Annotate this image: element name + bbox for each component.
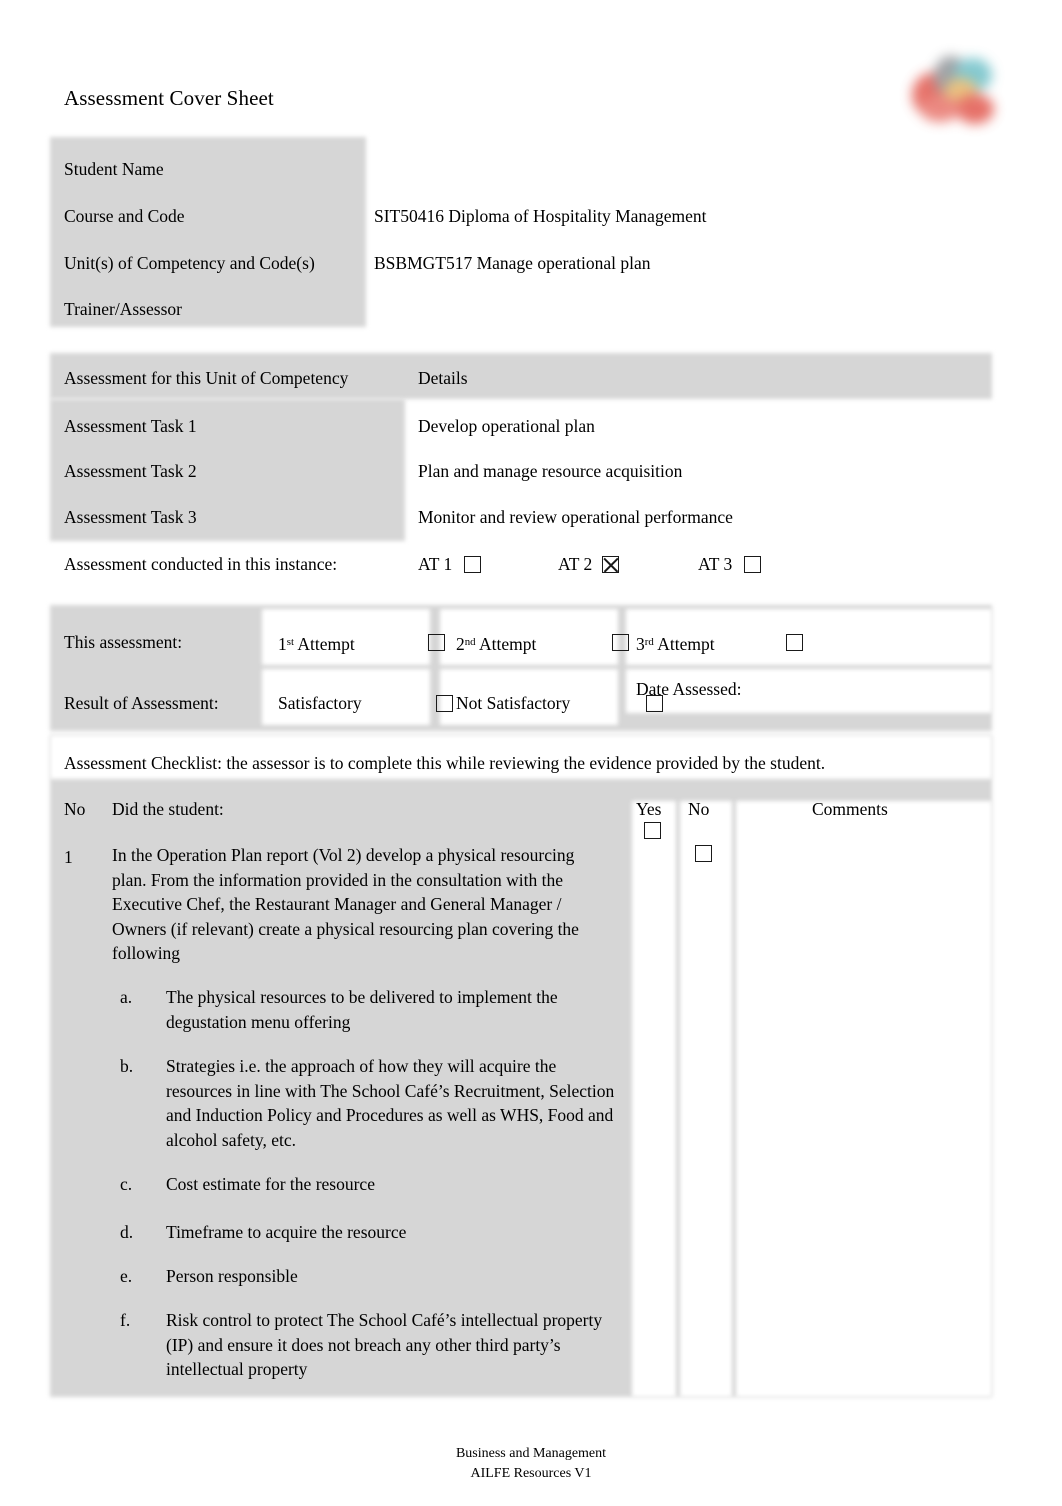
ailfe-logo-icon bbox=[908, 42, 1004, 130]
this-assessment-label: This assessment: bbox=[64, 632, 183, 652]
attempt-3-label: 3rd Attempt bbox=[636, 634, 715, 655]
unit-competency-label: Unit(s) of Competency and Code(s) bbox=[64, 253, 315, 273]
checklist-subitem-d: d. Timeframe to acquire the resource bbox=[120, 1220, 620, 1245]
result-of-assessment-label: Result of Assessment: bbox=[64, 693, 219, 713]
student-name-label: Student Name bbox=[64, 159, 164, 179]
checklist-item-1-text: In the Operation Plan report (Vol 2) dev… bbox=[112, 845, 579, 963]
at-3-checkbox[interactable] bbox=[744, 556, 761, 573]
attempt-2-label: 2nd Attempt bbox=[456, 634, 537, 655]
checklist-item-number: 1 bbox=[64, 847, 73, 867]
checklist-header-yes: Yes bbox=[636, 799, 662, 819]
assessment-tasks-table: Assessment for this Unit of Competency D… bbox=[50, 353, 992, 585]
attempt-1-label: 1st Attempt bbox=[278, 634, 355, 655]
checklist-item-1-no-checkbox[interactable] bbox=[695, 845, 712, 862]
checklist-subitem-e-marker: e. bbox=[120, 1266, 133, 1286]
at-2-checkbox[interactable] bbox=[602, 556, 619, 573]
assessment-task-3-value: Monitor and review operational performan… bbox=[418, 507, 733, 527]
unit-competency-value[interactable]: BSBMGT517 Manage operational plan bbox=[374, 251, 651, 275]
satisfactory-label: Satisfactory bbox=[278, 693, 362, 713]
checklist-header-comments: Comments bbox=[812, 799, 888, 819]
date-assessed-label: Date Assessed: bbox=[636, 679, 742, 699]
checklist-subitem-c: c. Cost estimate for the resource bbox=[120, 1172, 620, 1197]
at-3-label: AT 3 bbox=[698, 554, 733, 574]
assessment-task-3-label: Assessment Task 3 bbox=[64, 507, 197, 527]
attempt-1-checkbox[interactable] bbox=[428, 634, 445, 651]
checklist-subitem-c-text: Cost estimate for the resource bbox=[166, 1174, 375, 1194]
document-page: Assessment Cover Sheet Student Name Cour… bbox=[0, 0, 1062, 1506]
checklist-subitem-a-marker: a. bbox=[120, 987, 133, 1007]
checklist-subitem-e-text: Person responsible bbox=[166, 1266, 298, 1286]
checklist-subitem-a-text: The physical resources to be delivered t… bbox=[166, 987, 558, 1032]
checklist-subitem-b-text: Strategies i.e. the approach of how they… bbox=[166, 1056, 615, 1150]
checklist-subitem-e: e. Person responsible bbox=[120, 1264, 620, 1289]
satisfactory-checkbox[interactable] bbox=[436, 695, 453, 712]
checklist-header-no: No bbox=[688, 799, 710, 819]
result-table: This assessment: 1st Attempt 2nd Attempt… bbox=[50, 605, 992, 731]
checklist-header-no: No bbox=[64, 799, 86, 819]
footer-line-2: AILFE Resources V1 bbox=[470, 1466, 592, 1481]
checklist-subitem-d-marker: d. bbox=[120, 1222, 134, 1242]
footer-line-1: Business and Management bbox=[455, 1446, 607, 1461]
assessment-table-header-col1: Assessment for this Unit of Competency bbox=[64, 368, 349, 388]
student-details-table: Student Name Course and Code SIT50416 Di… bbox=[50, 137, 876, 327]
checklist-subitem-c-marker: c. bbox=[120, 1174, 133, 1194]
assessment-conducted-label: Assessment conducted in this instance: bbox=[64, 554, 338, 574]
checklist-subitem-d-text: Timeframe to acquire the resource bbox=[166, 1222, 407, 1242]
assessment-task-1-value: Develop operational plan bbox=[418, 416, 595, 436]
checklist-subitem-b: b. Strategies i.e. the approach of how t… bbox=[120, 1054, 620, 1152]
checklist-item-1-yes-checkbox[interactable] bbox=[644, 822, 661, 839]
assessment-task-2-label: Assessment Task 2 bbox=[64, 461, 197, 481]
at-1-label: AT 1 bbox=[418, 554, 453, 574]
at-2-label: AT 2 bbox=[558, 554, 593, 574]
checklist-subitem-a: a. The physical resources to be delivere… bbox=[120, 985, 620, 1034]
trainer-assessor-label: Trainer/Assessor bbox=[64, 299, 182, 319]
not-satisfactory-label: Not Satisfactory bbox=[456, 693, 571, 713]
attempt-3-checkbox[interactable] bbox=[786, 634, 803, 651]
at-1-checkbox[interactable] bbox=[464, 556, 481, 573]
page-title: Assessment Cover Sheet bbox=[64, 86, 274, 110]
page-footer: Business and Management AILFE Resources … bbox=[0, 1444, 1062, 1484]
checklist-header-question: Did the student: bbox=[112, 799, 224, 819]
assessment-checklist-table: Assessment Checklist: the assessor is to… bbox=[50, 735, 992, 1397]
attempt-2-checkbox[interactable] bbox=[612, 634, 629, 651]
course-code-value[interactable]: SIT50416 Diploma of Hospitality Manageme… bbox=[374, 204, 706, 228]
checklist-subitem-f: f. Risk control to protect The School Ca… bbox=[120, 1308, 620, 1382]
assessment-table-header-col2: Details bbox=[418, 368, 468, 388]
checklist-subitem-f-text: Risk control to protect The School Café’… bbox=[166, 1310, 603, 1379]
checklist-subitem-b-marker: b. bbox=[120, 1056, 134, 1076]
checklist-subitem-f-marker: f. bbox=[120, 1310, 131, 1330]
checklist-note: Assessment Checklist: the assessor is to… bbox=[64, 753, 826, 773]
course-code-label: Course and Code bbox=[64, 206, 185, 226]
assessment-task-1-label: Assessment Task 1 bbox=[64, 416, 197, 436]
assessment-task-2-value: Plan and manage resource acquisition bbox=[418, 461, 683, 481]
